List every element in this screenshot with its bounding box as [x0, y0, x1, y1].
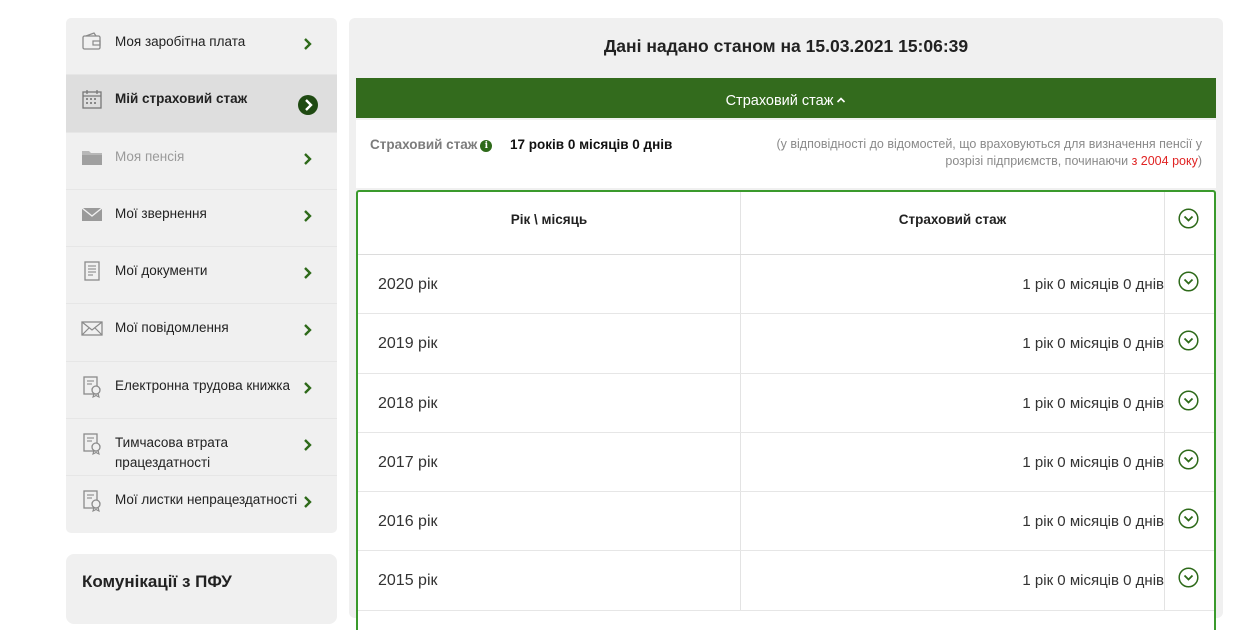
record-cell: 1 рік 0 місяців 0 днів	[741, 551, 1165, 610]
insurance-table: Рік \ місяць Страховий стаж 2020 рік 1 р…	[356, 190, 1216, 630]
chevron-right-icon	[304, 38, 312, 50]
chevron-right-icon	[304, 381, 312, 394]
certificate-icon	[83, 490, 101, 513]
sidebar-item-pension[interactable]: Моя пенсія	[66, 133, 337, 190]
certificate-icon	[83, 433, 101, 456]
chevron-right-icon	[304, 439, 312, 451]
sidebar-item-salary[interactable]: Моя заробітна плата	[66, 18, 337, 76]
sidebar-item-label: Тимчасова втрата працездатності	[115, 435, 229, 471]
sidebar-item-label: Мій страховий стаж	[115, 91, 248, 107]
year-cell: 2016 рік	[358, 492, 741, 551]
envelope-icon	[81, 207, 103, 221]
sidebar-item-documents[interactable]: Мої документи	[66, 247, 337, 305]
sidebar-item-messages[interactable]: Мої повідомлення	[66, 304, 337, 362]
chevron-up-icon	[837, 97, 846, 103]
table-row[interactable]: 2017 рік 1 рік 0 місяців 0 днів	[358, 432, 1214, 493]
record-cell: 1 рік 0 місяців 0 днів	[741, 255, 1165, 314]
info-icon[interactable]: i	[480, 140, 493, 152]
chevron-right-icon	[304, 210, 312, 222]
folder-icon	[82, 150, 102, 165]
note-highlight: з 2004 року	[1131, 154, 1198, 168]
sidebar: Моя заробітна плата Мій страховий стаж М…	[66, 18, 337, 624]
sidebar-item-label: Електронна трудова книжка	[115, 377, 290, 393]
year-cell: 2019 рік	[358, 314, 741, 373]
expand-all-cell	[1165, 192, 1214, 254]
summary-value: 17 років 0 місяців 0 днів	[510, 137, 673, 152]
note-suffix: )	[1197, 154, 1202, 168]
chevron-down-circle-icon[interactable]	[1178, 390, 1199, 411]
document-icon	[84, 261, 100, 281]
main-panel: Дані надано станом на 15.03.2021 15:06:3…	[349, 18, 1223, 630]
sidebar-item-label: Моя заробітна плата	[115, 34, 246, 49]
record-cell: 1 рік 0 місяців 0 днів	[741, 373, 1165, 432]
column-header-year: Рік \ місяць	[358, 192, 741, 254]
record-cell: 1 рік 0 місяців 0 днів	[741, 314, 1165, 373]
expand-cell	[1165, 314, 1214, 372]
section-title: Страховий стаж	[725, 93, 834, 109]
record-cell: 1 рік 0 місяців 0 днів	[741, 492, 1165, 551]
wallet-icon	[82, 32, 101, 50]
record-cell: 1 рік 0 місяців 0 днів	[741, 432, 1165, 492]
column-header-record: Страховий стаж	[741, 192, 1165, 254]
table-row[interactable]: 2018 рік 1 рік 0 місяців 0 днів	[358, 373, 1214, 433]
chevron-down-circle-icon[interactable]	[1178, 508, 1199, 529]
expand-cell	[1165, 492, 1214, 550]
chevron-down-circle-icon[interactable]	[1178, 449, 1199, 470]
certificate-icon	[83, 376, 101, 398]
page-title: Дані надано станом на 15.03.2021 15:06:3…	[603, 36, 969, 56]
chevron-down-circle-icon[interactable]	[1178, 208, 1199, 229]
communications-heading[interactable]: Комунікації з ПФУ	[66, 554, 337, 624]
sidebar-item-sick-leaves[interactable]: Мої листки непрацездатності	[66, 476, 337, 533]
table-row[interactable]: 2015 рік 1 рік 0 місяців 0 днів	[358, 551, 1214, 611]
chevron-down-circle-icon[interactable]	[1178, 567, 1199, 589]
summary-label: Страховий стаж i	[370, 137, 493, 152]
year-cell: 2015 рік	[358, 551, 741, 610]
table-row[interactable]: 2019 рік 1 рік 0 місяців 0 днів	[358, 314, 1214, 374]
summary-note: (у відповідності до відомостей, що врахо…	[742, 136, 1203, 170]
mail-icon	[81, 321, 103, 337]
table-row[interactable]: 2020 рік 1 рік 0 місяців 0 днів	[358, 255, 1214, 315]
year-cell: 2020 рік	[358, 255, 741, 314]
chevron-right-icon	[304, 152, 312, 165]
year-cell: 2017 рік	[358, 432, 741, 492]
expand-cell	[1165, 551, 1214, 609]
insurance-summary: Страховий стаж i 17 років 0 місяців 0 дні…	[356, 120, 1216, 188]
sidebar-item-work-book[interactable]: Електронна трудова книжка	[66, 362, 337, 420]
sidebar-item-label: Мої документи	[115, 263, 208, 279]
sidebar-item-appeals[interactable]: Мої звернення	[66, 190, 337, 248]
sidebar-item-label: Мої листки непрацездатності	[115, 492, 298, 508]
year-cell: 2018 рік	[358, 373, 741, 432]
expand-cell	[1165, 433, 1214, 491]
sidebar-item-label: Моя пенсія	[115, 148, 185, 164]
expand-cell	[1165, 255, 1214, 313]
table-row[interactable]: 2016 рік 1 рік 0 місяців 0 днів	[358, 492, 1214, 552]
sidebar-item-label: Мої звернення	[115, 205, 207, 221]
chevron-right-circle-icon	[298, 95, 318, 116]
sidebar-menu: Моя заробітна плата Мій страховий стаж М…	[66, 18, 337, 533]
sidebar-item-insurance-record[interactable]: Мій страховий стаж	[66, 75, 337, 133]
chevron-right-icon	[304, 496, 312, 509]
chevron-down-circle-icon[interactable]	[1178, 330, 1199, 351]
summary-label-text: Страховий стаж	[370, 137, 478, 152]
calendar-icon	[82, 90, 102, 109]
chevron-right-icon	[304, 324, 312, 337]
sidebar-item-temporary-disability[interactable]: Тимчасова втрата працездатності	[66, 419, 337, 477]
sidebar-item-label: Мої повідомлення	[115, 320, 229, 336]
chevron-right-icon	[304, 267, 312, 280]
expand-cell	[1165, 374, 1214, 432]
table-header: Рік \ місяць Страховий стаж	[358, 192, 1214, 255]
section-toggle[interactable]: Страховий стаж	[356, 78, 1216, 118]
chevron-down-circle-icon[interactable]	[1178, 271, 1199, 292]
